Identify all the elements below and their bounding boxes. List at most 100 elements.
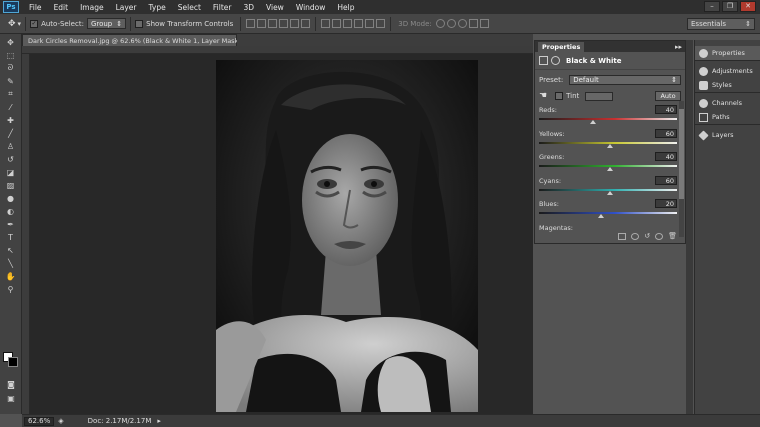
3d-slide-icon[interactable] xyxy=(468,19,478,28)
document-image[interactable] xyxy=(216,60,478,412)
auto-select-checkbox[interactable]: ✓ xyxy=(30,19,39,28)
menu-file[interactable]: File xyxy=(23,3,48,12)
scrollbar-thumb[interactable] xyxy=(679,109,684,199)
preset-dropdown[interactable]: Default ⇕ xyxy=(569,75,681,85)
trash-icon[interactable]: 🗑 xyxy=(668,232,677,240)
eyedropper-tool-icon[interactable]: ⁄ xyxy=(4,102,18,112)
distribute-middle-icon[interactable] xyxy=(332,19,342,28)
adjustment-layer-icon[interactable] xyxy=(539,56,548,65)
minimize-button[interactable]: – xyxy=(704,1,720,12)
dock-item-layers[interactable]: Layers xyxy=(695,128,760,142)
dock-item-paths[interactable]: Paths xyxy=(695,110,760,124)
move-tool-icon[interactable]: ✥ xyxy=(8,19,16,29)
tint-checkbox[interactable] xyxy=(555,92,564,100)
pen-tool-icon[interactable]: ✒ xyxy=(4,219,18,229)
dodge-tool-icon[interactable]: ◐ xyxy=(4,206,18,216)
zoom-tool-icon[interactable]: ⚲ xyxy=(4,284,18,294)
marquee-tool-icon[interactable]: ⬚ xyxy=(4,50,18,60)
tab-properties[interactable]: Properties xyxy=(538,41,585,52)
distribute-bottom-icon[interactable] xyxy=(343,19,353,28)
lasso-tool-icon[interactable]: ᘐ xyxy=(4,63,18,73)
slider-track[interactable] xyxy=(539,212,677,214)
zoom-level[interactable]: 62.6% xyxy=(24,416,55,426)
screen-mode-icon[interactable]: ▣ xyxy=(4,393,18,403)
slider-thumb[interactable] xyxy=(607,143,614,148)
hand-tool-icon[interactable]: ✋ xyxy=(4,271,18,281)
targeted-adjustment-icon[interactable]: ☚ xyxy=(539,91,547,101)
menu-type[interactable]: Type xyxy=(143,3,172,12)
type-tool-icon[interactable]: T xyxy=(4,232,18,242)
chevron-right-icon[interactable]: ▸ xyxy=(157,417,161,425)
auto-select-dropdown[interactable]: Group ⇕ xyxy=(86,18,127,29)
canvas-area[interactable] xyxy=(30,54,533,414)
3d-rotate-icon[interactable] xyxy=(435,19,445,28)
menu-view[interactable]: View xyxy=(260,3,290,12)
menu-help[interactable]: Help xyxy=(331,3,360,12)
background-color-swatch[interactable] xyxy=(8,357,18,367)
3d-pan-icon[interactable] xyxy=(457,19,467,28)
menu-filter[interactable]: Filter xyxy=(207,3,238,12)
menu-3d[interactable]: 3D xyxy=(237,3,260,12)
workspace-dropdown[interactable]: Essentials ⇕ xyxy=(687,18,755,30)
quick-mask-icon[interactable]: ◙ xyxy=(4,379,18,389)
slider-value[interactable]: 40 xyxy=(655,105,677,114)
slider-value[interactable]: 60 xyxy=(655,175,677,185)
dock-item-styles[interactable]: Styles xyxy=(695,78,760,92)
slider-value[interactable]: 60 xyxy=(655,128,677,138)
align-middle-icon[interactable] xyxy=(257,19,267,28)
tool-preset-chevron-icon[interactable]: ▾ xyxy=(18,20,22,28)
menu-window[interactable]: Window xyxy=(290,3,332,12)
healing-brush-tool-icon[interactable]: ✚ xyxy=(4,115,18,125)
dock-item-properties[interactable]: Properties xyxy=(695,46,760,60)
distribute-right-icon[interactable] xyxy=(376,19,386,28)
distribute-center-icon[interactable] xyxy=(365,19,375,28)
blur-tool-icon[interactable]: ● xyxy=(4,193,18,203)
3d-scale-icon[interactable] xyxy=(479,19,489,28)
move-tool-icon[interactable]: ✥ xyxy=(4,37,18,47)
eraser-tool-icon[interactable]: ◪ xyxy=(4,167,18,177)
slider-thumb[interactable] xyxy=(597,214,604,218)
brush-tool-icon[interactable]: ╱ xyxy=(4,128,18,138)
slider-thumb[interactable] xyxy=(589,120,596,124)
history-brush-tool-icon[interactable]: ↺ xyxy=(4,154,18,164)
path-select-tool-icon[interactable]: ↖ xyxy=(4,245,18,255)
line-tool-icon[interactable]: ╲ xyxy=(4,258,18,268)
align-bottom-icon[interactable] xyxy=(268,19,278,28)
slider-thumb[interactable] xyxy=(607,167,614,171)
properties-scrollbar[interactable] xyxy=(679,101,684,237)
menu-edit[interactable]: Edit xyxy=(48,3,75,12)
auto-button[interactable]: Auto xyxy=(655,91,681,101)
slider-value[interactable]: 40 xyxy=(655,152,677,161)
distribute-left-icon[interactable] xyxy=(354,19,364,28)
clip-to-layer-icon[interactable] xyxy=(618,232,627,240)
align-right-icon[interactable] xyxy=(301,19,311,28)
distribute-top-icon[interactable] xyxy=(321,19,331,28)
menu-select[interactable]: Select xyxy=(172,3,207,12)
menu-layer[interactable]: Layer xyxy=(110,3,143,12)
layer-mask-icon[interactable] xyxy=(551,56,560,65)
slider-value[interactable]: 20 xyxy=(655,199,677,208)
tint-color-swatch[interactable] xyxy=(585,91,614,101)
document-tab[interactable]: Dark Circles Removal.jpg @ 62.6% (Black … xyxy=(22,34,262,46)
status-options-icon[interactable]: ◈ xyxy=(58,417,63,425)
clone-stamp-tool-icon[interactable]: ♙ xyxy=(4,141,18,151)
align-center-icon[interactable] xyxy=(290,19,300,28)
align-top-icon[interactable] xyxy=(246,19,256,28)
dock-item-channels[interactable]: Channels xyxy=(695,96,760,110)
gradient-tool-icon[interactable]: ▨ xyxy=(4,180,18,190)
transform-controls-checkbox[interactable] xyxy=(135,19,144,28)
restore-button[interactable]: ❐ xyxy=(722,1,738,12)
reset-icon[interactable]: ↺ xyxy=(644,232,650,240)
quick-select-tool-icon[interactable]: ✎ xyxy=(4,76,18,86)
view-previous-icon[interactable] xyxy=(631,232,640,240)
slider-thumb[interactable] xyxy=(607,190,614,195)
close-button[interactable]: ✕ xyxy=(740,1,756,12)
visibility-icon[interactable] xyxy=(655,232,664,240)
crop-tool-icon[interactable]: ⌗ xyxy=(4,89,18,99)
dock-item-adjustments[interactable]: Adjustments xyxy=(695,64,760,78)
align-left-icon[interactable] xyxy=(279,19,289,28)
menu-image[interactable]: Image xyxy=(74,3,110,12)
slider-track[interactable] xyxy=(539,118,677,120)
3d-roll-icon[interactable] xyxy=(446,19,456,28)
panel-collapse-icon[interactable]: ▸▸ xyxy=(675,43,682,51)
